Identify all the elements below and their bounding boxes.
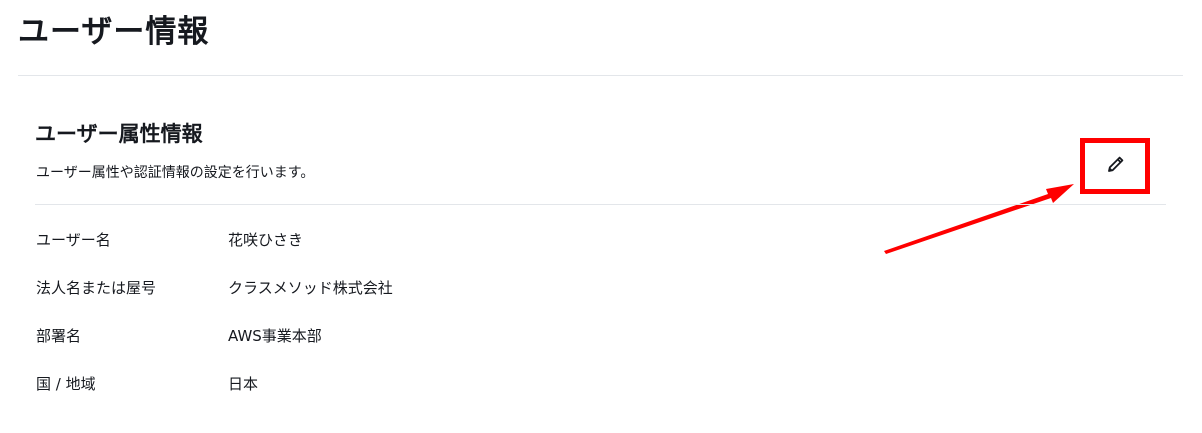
- attribute-value: 日本: [228, 375, 259, 393]
- attribute-value: 花咲ひさき: [228, 231, 304, 249]
- attribute-list: ユーザー名 花咲ひさき 法人名または屋号 クラスメソッド株式会社 部署名 AWS…: [36, 226, 736, 418]
- section-title: ユーザー属性情報: [35, 122, 203, 146]
- attribute-row-company: 法人名または屋号 クラスメソッド株式会社: [36, 274, 736, 322]
- section-divider: [35, 204, 1166, 205]
- attribute-value: クラスメソッド株式会社: [228, 279, 393, 297]
- attribute-value: AWS事業本部: [228, 327, 322, 345]
- attribute-label: 部署名: [36, 327, 82, 345]
- attribute-row-department: 部署名 AWS事業本部: [36, 322, 736, 370]
- page-title-divider: [18, 75, 1183, 76]
- page-title: ユーザー情報: [18, 14, 210, 50]
- attribute-row-country: 国 / 地域 日本: [36, 370, 736, 418]
- attribute-row-username: ユーザー名 花咲ひさき: [36, 226, 736, 274]
- section-description: ユーザー属性や認証情報の設定を行います。: [36, 165, 315, 181]
- attribute-label: 法人名または屋号: [36, 279, 157, 297]
- edit-button[interactable]: [1103, 151, 1129, 177]
- user-info-page: ユーザー情報 ユーザー属性情報 ユーザー属性や認証情報の設定を行います。 ユーザ…: [0, 0, 1202, 433]
- attribute-label: ユーザー名: [36, 231, 111, 249]
- pencil-icon: [1108, 156, 1124, 172]
- attribute-label: 国 / 地域: [36, 375, 96, 393]
